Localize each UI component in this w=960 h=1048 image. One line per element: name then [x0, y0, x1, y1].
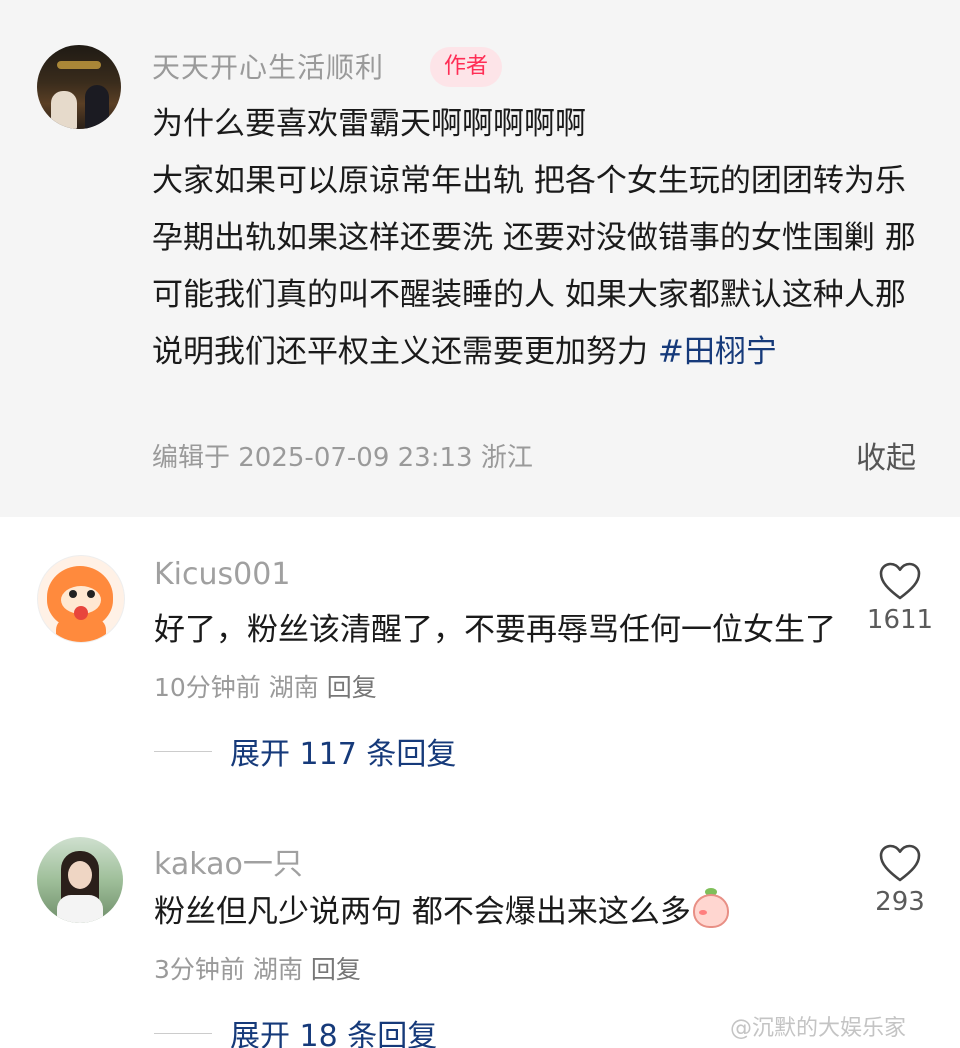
comment-body: 好了，粉丝该清醒了，不要再辱骂任何一位女生了: [154, 612, 836, 648]
reply-button[interactable]: 回复: [311, 955, 361, 984]
like-control[interactable]: 1611: [860, 561, 940, 635]
commenter-name[interactable]: Kicus001: [154, 557, 290, 592]
like-control[interactable]: 293: [860, 843, 940, 917]
comment-page: 天天开心生活顺利 作者 为什么要喜欢雷霸天啊啊啊啊啊 大家如果可以原谅常年出轨 …: [0, 0, 960, 1048]
comment-text: 粉丝但凡少说两句 都不会爆出来这么多: [154, 885, 844, 939]
flower-icon: [74, 606, 88, 620]
post-text-line: 大家如果可以原谅常年出轨 把各个女生玩的团团转为乐 孕期出轨如果这样还要洗 还要…: [152, 153, 927, 381]
post-title-line: 为什么要喜欢雷霸天啊啊啊啊啊: [152, 106, 586, 142]
expand-replies-label[interactable]: 展开 117 条回复: [230, 737, 456, 772]
watermark: @沉默的大娱乐家: [730, 1016, 907, 1041]
commenter-name[interactable]: kakao一只: [154, 839, 303, 883]
avatar-eye: [87, 590, 95, 598]
reply-button[interactable]: 回复: [327, 673, 377, 702]
commenter-avatar[interactable]: [37, 555, 125, 643]
post-body: 为什么要喜欢雷霸天啊啊啊啊啊 大家如果可以原谅常年出轨 把各个女生玩的团团转为乐…: [152, 96, 927, 381]
heart-outline-icon[interactable]: [878, 843, 922, 883]
expand-replies[interactable]: 展开 18 条回复: [154, 1011, 437, 1048]
divider-line: [154, 1032, 212, 1034]
avatar-background-detail: [57, 61, 101, 69]
hashtag-link[interactable]: #田栩宁: [658, 334, 777, 370]
peach-emoji-icon: [691, 888, 731, 928]
post-paragraph: 大家如果可以原谅常年出轨 把各个女生玩的团团转为乐 孕期出轨如果这样还要洗 还要…: [152, 163, 916, 370]
comment-text: 好了，粉丝该清醒了，不要再辱骂任何一位女生了 10分钟前 湖南 回复: [154, 603, 844, 715]
heart-outline-icon[interactable]: [878, 561, 922, 601]
avatar-person: [85, 85, 109, 129]
like-count: 293: [875, 887, 925, 917]
avatar-person-face: [68, 861, 92, 889]
comment-time: 10分钟前: [154, 673, 261, 702]
comment-meta: 10分钟前 湖南 回复: [154, 673, 377, 702]
avatar-eye: [69, 590, 77, 598]
like-count: 1611: [866, 605, 934, 635]
divider-line: [154, 750, 212, 752]
comment-location: 湖南: [268, 673, 319, 702]
author-avatar[interactable]: [37, 45, 121, 129]
collapse-button[interactable]: 收起: [856, 433, 916, 477]
author-post: 天天开心生活顺利 作者 为什么要喜欢雷霸天啊啊啊啊啊 大家如果可以原谅常年出轨 …: [0, 0, 960, 517]
post-meta: 编辑于 2025-07-09 23:13 浙江: [152, 443, 533, 473]
comment-time: 3分钟前: [154, 955, 245, 984]
commenter-avatar[interactable]: [37, 837, 123, 923]
comment-body: 粉丝但凡少说两句 都不会爆出来这么多: [154, 894, 691, 930]
author-badge: 作者: [430, 47, 503, 87]
avatar-person-shirt: [57, 895, 103, 923]
avatar-character-body: [56, 618, 106, 642]
expand-replies[interactable]: 展开 117 条回复: [154, 729, 456, 772]
comment-location: 湖南: [252, 955, 303, 984]
expand-replies-label[interactable]: 展开 18 条回复: [230, 1019, 437, 1048]
comment-meta: 3分钟前 湖南 回复: [154, 950, 361, 986]
avatar-person: [51, 91, 77, 129]
author-name[interactable]: 天天开心生活顺利: [152, 46, 384, 86]
